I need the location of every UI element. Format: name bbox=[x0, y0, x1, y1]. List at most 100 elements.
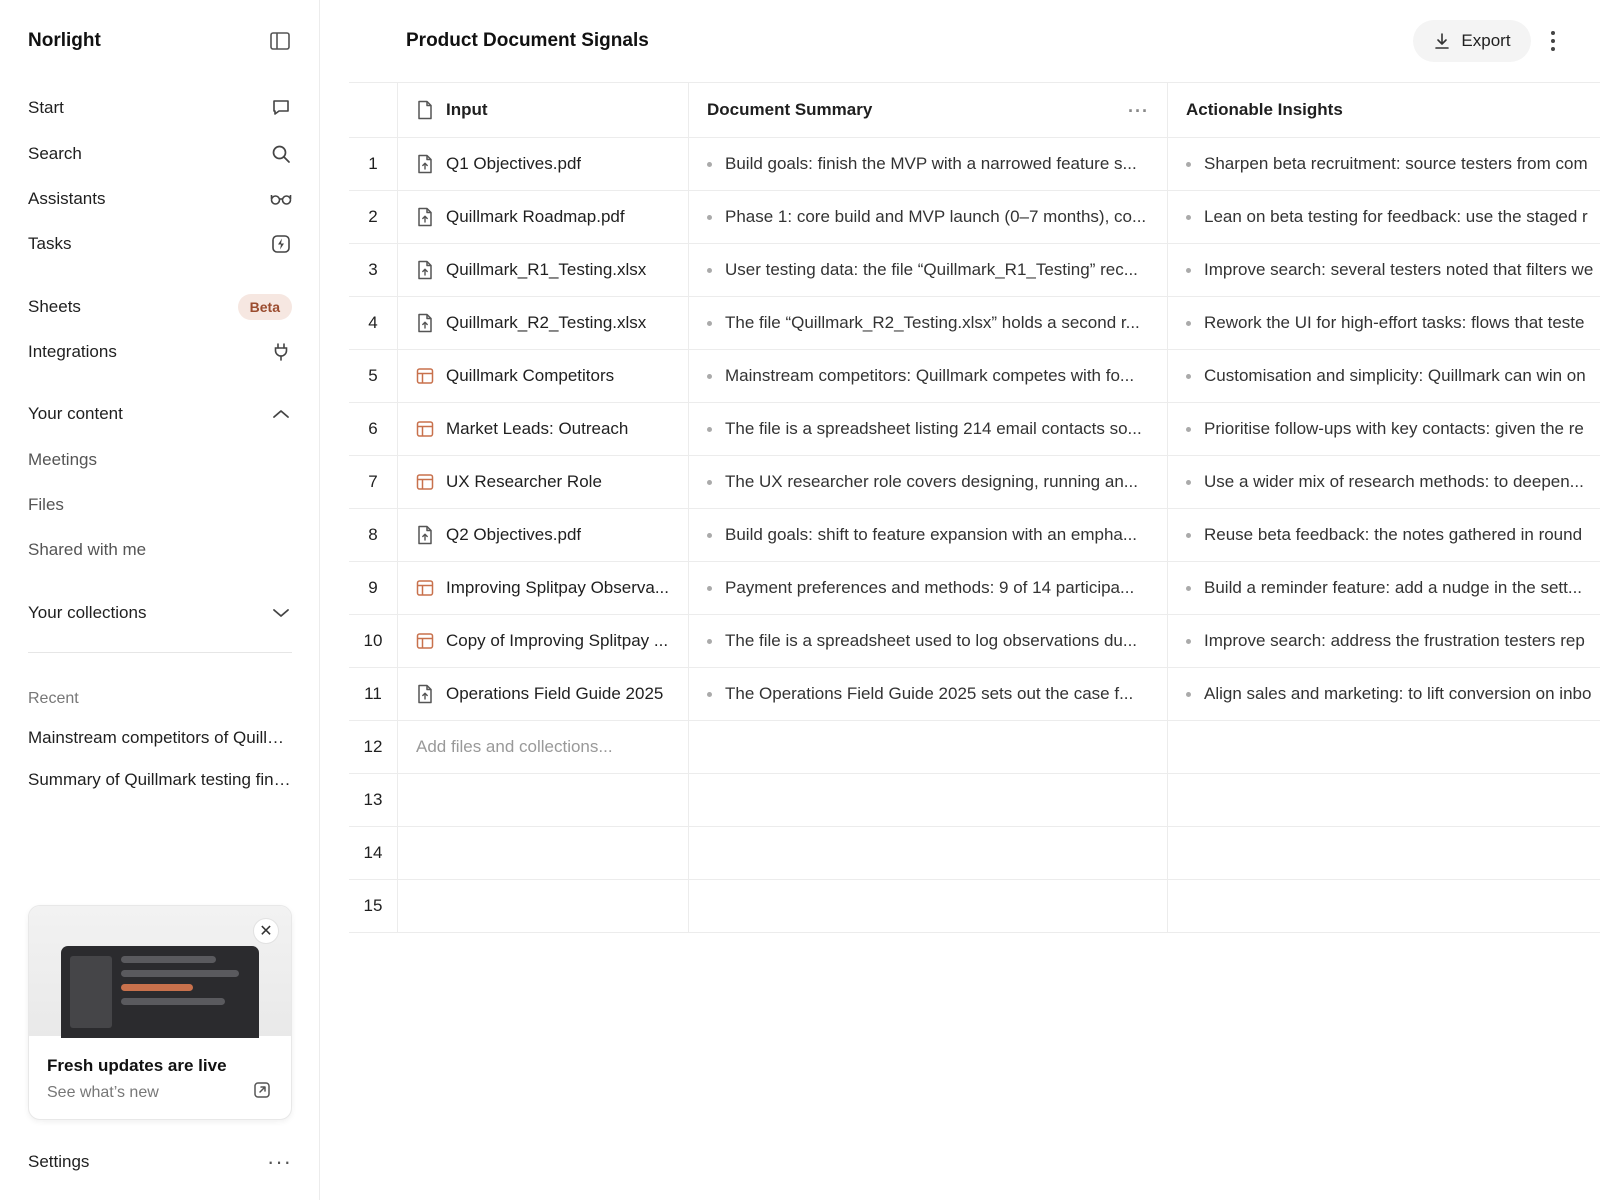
summary-cell[interactable]: The file is a spreadsheet listing 214 em… bbox=[689, 403, 1168, 455]
sidebar-toggle-icon[interactable] bbox=[270, 32, 290, 50]
row-number: 5 bbox=[349, 350, 398, 402]
column-header-input-label: Input bbox=[446, 100, 488, 119]
your-collections-toggle[interactable]: Your collections bbox=[28, 598, 292, 628]
table-row[interactable]: 7 UX Researcher Role The UX researcher rol… bbox=[349, 456, 1600, 509]
summary-cell[interactable]: Phase 1: core build and MVP launch (0–7 … bbox=[689, 191, 1168, 243]
add-files-row[interactable]: 12 Add files and collections... bbox=[349, 721, 1600, 774]
export-button[interactable]: Export bbox=[1413, 20, 1531, 62]
insight-cell[interactable]: Reuse beta feedback: the notes gathered … bbox=[1168, 509, 1600, 561]
empty-row[interactable]: 13 bbox=[349, 774, 1600, 827]
column-header-input[interactable]: Input bbox=[398, 83, 689, 137]
table-row[interactable]: 3 Quillmark_R1_Testing.xlsx User testing d… bbox=[349, 244, 1600, 297]
table-row[interactable]: 2 Quillmark Roadmap.pdf Phase 1: core buil… bbox=[349, 191, 1600, 244]
page-menu-icon[interactable] bbox=[1543, 26, 1563, 56]
file-upload-icon bbox=[416, 684, 434, 704]
insight-cell[interactable]: Improve search: several testers noted th… bbox=[1168, 244, 1600, 296]
insight-cell[interactable] bbox=[1168, 880, 1600, 932]
summary-cell[interactable]: The Operations Field Guide 2025 sets out… bbox=[689, 668, 1168, 720]
recent-item[interactable]: Summary of Quillmark testing findings bbox=[28, 770, 294, 790]
insight-cell[interactable] bbox=[1168, 774, 1600, 826]
insight-cell[interactable]: Improve search: address the frustration … bbox=[1168, 615, 1600, 667]
table-icon bbox=[416, 578, 434, 598]
table-row[interactable]: 9 Improving Splitpay Observa... Payment pr… bbox=[349, 562, 1600, 615]
table-row[interactable]: 6 Market Leads: Outreach The file is a spr… bbox=[349, 403, 1600, 456]
your-content-toggle[interactable]: Your content bbox=[28, 399, 292, 429]
summary-cell[interactable]: The UX researcher role covers designing,… bbox=[689, 456, 1168, 508]
summary-cell[interactable]: Mainstream competitors: Quillmark compet… bbox=[689, 350, 1168, 402]
input-cell[interactable]: Quillmark_R1_Testing.xlsx bbox=[398, 244, 689, 296]
nav-search[interactable]: Search bbox=[28, 139, 292, 169]
nav-shared-with-me[interactable]: Shared with me bbox=[28, 540, 146, 560]
download-icon bbox=[1435, 33, 1450, 49]
row-number: 1 bbox=[349, 138, 398, 190]
recent-item[interactable]: Mainstream competitors of Quillmark bbox=[28, 728, 294, 748]
table-row[interactable]: 10 Copy of Improving Splitpay ... The file… bbox=[349, 615, 1600, 668]
input-cell[interactable]: Operations Field Guide 2025 bbox=[398, 668, 689, 720]
summary-cell[interactable]: Build goals: finish the MVP with a narro… bbox=[689, 138, 1168, 190]
insight-cell[interactable]: Customisation and simplicity: Quillmark … bbox=[1168, 350, 1600, 402]
insight-cell[interactable]: Sharpen beta recruitment: source testers… bbox=[1168, 138, 1600, 190]
nav-start[interactable]: Start bbox=[28, 93, 292, 123]
add-files-placeholder[interactable]: Add files and collections... bbox=[416, 737, 613, 757]
settings-row[interactable]: Settings ··· bbox=[28, 1151, 292, 1173]
external-link-icon[interactable] bbox=[253, 1081, 271, 1099]
table-row[interactable]: 11 Operations Field Guide 2025 The Operati… bbox=[349, 668, 1600, 721]
input-cell[interactable] bbox=[398, 827, 689, 879]
insight-cell[interactable]: Build a reminder feature: add a nudge in… bbox=[1168, 562, 1600, 614]
input-cell[interactable]: Quillmark Roadmap.pdf bbox=[398, 191, 689, 243]
insight-cell[interactable]: Lean on beta testing for feedback: use t… bbox=[1168, 191, 1600, 243]
insight-cell[interactable]: Rework the UI for high-effort tasks: flo… bbox=[1168, 297, 1600, 349]
nav-sheets[interactable]: Sheets Beta bbox=[28, 292, 292, 322]
nav-meetings[interactable]: Meetings bbox=[28, 450, 97, 470]
summary-cell[interactable]: User testing data: the file “Quillmark_R… bbox=[689, 244, 1168, 296]
nav-assistants[interactable]: Assistants bbox=[28, 184, 292, 214]
table-row[interactable]: 5 Quillmark Competitors Mainstream competi… bbox=[349, 350, 1600, 403]
close-updates-button[interactable]: ✕ bbox=[253, 918, 279, 944]
summary-cell[interactable] bbox=[689, 721, 1168, 773]
summary-cell[interactable]: The file “Quillmark_R2_Testing.xlsx” hol… bbox=[689, 297, 1168, 349]
updates-card-subtitle[interactable]: See what’s new bbox=[47, 1084, 159, 1102]
input-cell[interactable]: Quillmark Competitors bbox=[398, 350, 689, 402]
insight-cell[interactable] bbox=[1168, 721, 1600, 773]
nav-files[interactable]: Files bbox=[28, 495, 64, 515]
input-cell[interactable]: Copy of Improving Splitpay ... bbox=[398, 615, 689, 667]
summary-cell[interactable]: Payment preferences and methods: 9 of 14… bbox=[689, 562, 1168, 614]
input-cell[interactable]: Quillmark_R2_Testing.xlsx bbox=[398, 297, 689, 349]
insight-cell[interactable]: Align sales and marketing: to lift conve… bbox=[1168, 668, 1600, 720]
table-row[interactable]: 1 Q1 Objectives.pdf Build goals: finish th… bbox=[349, 138, 1600, 191]
row-number: 7 bbox=[349, 456, 398, 508]
summary-cell[interactable]: Build goals: shift to feature expansion … bbox=[689, 509, 1168, 561]
input-cell[interactable]: Q2 Objectives.pdf bbox=[398, 509, 689, 561]
nav-integrations[interactable]: Integrations bbox=[28, 337, 292, 367]
summary-cell[interactable]: The file is a spreadsheet used to log ob… bbox=[689, 615, 1168, 667]
table-row[interactable]: 4 Quillmark_R2_Testing.xlsx The file “Quil… bbox=[349, 297, 1600, 350]
bullet-icon bbox=[1186, 638, 1191, 644]
app-preview-illustration bbox=[61, 946, 259, 1038]
column-header-summary[interactable]: Document Summary ··· bbox=[689, 83, 1168, 137]
input-cell[interactable] bbox=[398, 774, 689, 826]
input-cell[interactable]: UX Researcher Role bbox=[398, 456, 689, 508]
table-row[interactable]: 8 Q2 Objectives.pdf Build goals: shift to … bbox=[349, 509, 1600, 562]
input-cell[interactable]: Market Leads: Outreach bbox=[398, 403, 689, 455]
nav-tasks[interactable]: Tasks bbox=[28, 229, 292, 259]
insight-cell[interactable]: Use a wider mix of research methods: to … bbox=[1168, 456, 1600, 508]
input-cell[interactable]: Add files and collections... bbox=[398, 721, 689, 773]
column-header-insights[interactable]: Actionable Insights bbox=[1168, 83, 1600, 137]
more-options-icon[interactable]: ··· bbox=[267, 1151, 292, 1173]
input-cell[interactable]: Improving Splitpay Observa... bbox=[398, 562, 689, 614]
input-cell[interactable]: Q1 Objectives.pdf bbox=[398, 138, 689, 190]
input-cell[interactable] bbox=[398, 880, 689, 932]
empty-row[interactable]: 15 bbox=[349, 880, 1600, 933]
glasses-icon bbox=[270, 188, 292, 210]
empty-row[interactable]: 14 bbox=[349, 827, 1600, 880]
updates-card[interactable]: ✕ Fresh updates are live See what’s new bbox=[28, 905, 292, 1120]
workspace-name[interactable]: Norlight bbox=[28, 30, 101, 52]
bullet-icon bbox=[1186, 373, 1191, 379]
insight-cell[interactable] bbox=[1168, 827, 1600, 879]
summary-cell[interactable] bbox=[689, 774, 1168, 826]
column-menu-icon[interactable]: ··· bbox=[1128, 101, 1149, 122]
summary-cell[interactable] bbox=[689, 880, 1168, 932]
table-icon bbox=[416, 366, 434, 386]
insight-cell[interactable]: Prioritise follow-ups with key contacts:… bbox=[1168, 403, 1600, 455]
summary-cell[interactable] bbox=[689, 827, 1168, 879]
